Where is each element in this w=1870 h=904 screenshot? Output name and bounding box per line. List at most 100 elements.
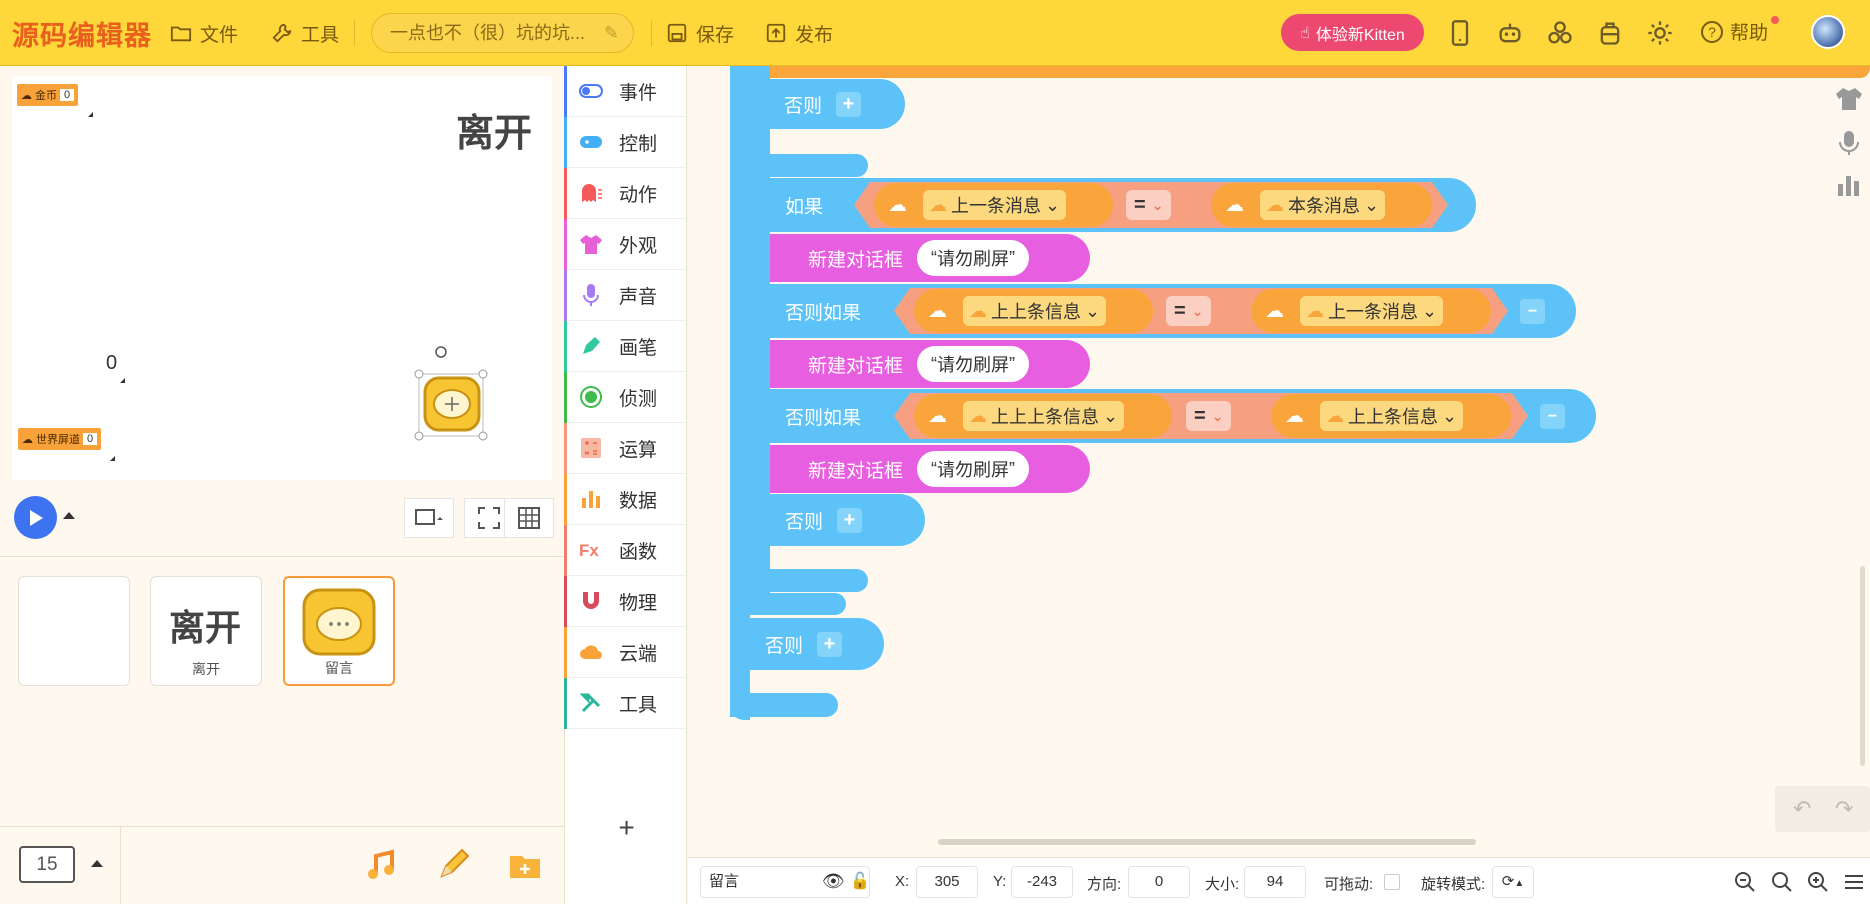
new-dialog-block[interactable]: 新建对话框 “请勿刷屏”	[770, 234, 1090, 282]
category-control[interactable]: 控制	[564, 117, 688, 168]
else-block[interactable]: 否则 +	[750, 494, 925, 546]
play-button[interactable]	[14, 496, 57, 539]
new-dialog-block[interactable]: 新建对话框 “请勿刷屏”	[770, 445, 1090, 493]
vertical-scrollbar[interactable]	[1860, 566, 1865, 766]
operator-dropdown[interactable]: = ⌄	[1126, 190, 1172, 220]
category-functions[interactable]: Fx 函数	[564, 525, 688, 576]
category-sound[interactable]: 声音	[564, 270, 688, 321]
else-block[interactable]: 否则 +	[730, 618, 884, 670]
music-icon[interactable]	[364, 848, 398, 882]
remove-branch-button[interactable]: −	[1540, 404, 1565, 429]
rotation-mode-label: 旋转模式:	[1421, 876, 1486, 893]
robot-icon[interactable]	[1496, 19, 1524, 47]
y-input[interactable]: -243	[1011, 866, 1073, 898]
variable-monitor-coins[interactable]: ☁ 金币 0	[17, 84, 79, 106]
zoom-out-icon[interactable]	[1732, 869, 1758, 895]
variable-dropdown[interactable]: ☁ 上上条信息 ⌄	[963, 296, 1107, 326]
category-cloud[interactable]: 云端	[564, 627, 688, 678]
user-avatar[interactable]	[1811, 15, 1845, 49]
new-dialog-block[interactable]: 新建对话框 “请勿刷屏”	[770, 340, 1090, 388]
play-icon	[29, 509, 43, 526]
draggable-checkbox[interactable]	[1384, 874, 1400, 890]
else-if-block[interactable]: 否则如果 ☁ ☁ 上上条信息 ⌄ = ⌄ ☁ ☁ 上一条消息 ⌄ −	[750, 284, 1576, 338]
else-if-block[interactable]: 否则如果 ☁ ☁ 上上上条信息 ⌄ = ⌄ ☁ ☁ 上上条信息 ⌄ −	[750, 389, 1596, 443]
else-block[interactable]: 否则 +	[770, 79, 905, 129]
eye-icon[interactable]: 👁	[822, 871, 845, 892]
category-motion[interactable]: 动作	[564, 168, 688, 219]
variable-monitor-spam[interactable]: ☁ 世界屏道 0	[18, 428, 102, 450]
lock-icon[interactable]: 🔓	[850, 871, 870, 891]
remove-branch-button[interactable]: −	[1520, 299, 1545, 324]
cloud-variable-block[interactable]: ☁ ☁ 上上上条信息 ⌄	[914, 394, 1172, 438]
horizontal-scrollbar[interactable]	[938, 839, 1476, 845]
zoom-reset-icon[interactable]	[1769, 869, 1795, 895]
category-label: 云端	[619, 643, 658, 665]
settings-icon[interactable]	[1646, 19, 1674, 47]
stats-icon[interactable]	[1834, 170, 1864, 200]
stage-size-button[interactable]	[404, 498, 454, 538]
x-input[interactable]: 305	[916, 866, 978, 898]
redo-icon[interactable]: ↷	[1835, 796, 1853, 822]
cloud-variable-block[interactable]: ☁ ☁ 上上条信息 ⌄	[1271, 394, 1511, 438]
cloud-variable-block[interactable]: ☁ ☁ 上一条消息 ⌄	[874, 183, 1113, 227]
variable-dropdown[interactable]: ☁ 上一条消息 ⌄	[1300, 296, 1444, 326]
mobile-phone-icon[interactable]	[1446, 19, 1474, 47]
file-menu[interactable]: 文件	[170, 18, 238, 48]
dialog-text-input[interactable]: “请勿刷屏”	[917, 451, 1030, 487]
variable-dropdown[interactable]: ☁ 上上条信息 ⌄	[1320, 401, 1464, 431]
paint-pencil-icon[interactable]	[436, 848, 470, 882]
direction-input[interactable]: 0	[1128, 866, 1190, 898]
sprite-card-message[interactable]: 留言	[283, 576, 395, 686]
category-tools[interactable]: 工具	[564, 678, 688, 729]
help-button[interactable]: ? 帮助	[1700, 18, 1768, 45]
size-input[interactable]: 94	[1244, 866, 1306, 898]
rotate-handle-icon[interactable]	[435, 346, 447, 358]
cloud-variable-block[interactable]: ☁ ☁ 本条消息 ⌄	[1211, 183, 1432, 227]
message-sprite[interactable]	[405, 344, 495, 444]
folder-add-icon[interactable]	[508, 848, 542, 882]
category-looks[interactable]: 外观	[564, 219, 688, 270]
operator-dropdown[interactable]: = ⌄	[1186, 401, 1232, 431]
sprite-card-background[interactable]	[18, 576, 130, 686]
save-button[interactable]: 保存	[666, 18, 734, 48]
category-pen[interactable]: 画笔	[564, 321, 688, 372]
category-events[interactable]: 事件	[564, 66, 688, 117]
dialog-text-input[interactable]: “请勿刷屏”	[917, 346, 1030, 382]
cloud-variable-block[interactable]: ☁ ☁ 上上条信息 ⌄	[914, 289, 1153, 333]
menu-icon[interactable]	[1841, 869, 1867, 895]
grid-button[interactable]	[504, 498, 554, 538]
tools-menu[interactable]: 工具	[271, 18, 339, 48]
variable-dropdown[interactable]: ☁ 上一条消息 ⌄	[923, 190, 1067, 220]
costume-icon[interactable]	[1834, 84, 1864, 114]
undo-icon[interactable]: ↶	[1793, 796, 1811, 822]
dialog-text-input[interactable]: “请勿刷屏”	[917, 240, 1030, 276]
sprite-card-leave[interactable]: 离开 离开	[150, 576, 262, 686]
add-extension-button[interactable]: +	[565, 804, 688, 852]
rotation-mode-dropdown[interactable]: ⟳▲	[1492, 866, 1534, 898]
caret-up-icon[interactable]	[91, 860, 103, 867]
try-kitten-button[interactable]: ☝ 体验新Kitten	[1281, 14, 1424, 51]
category-data[interactable]: 数据	[564, 474, 688, 525]
extensions-icon[interactable]	[1546, 19, 1574, 47]
zoom-in-icon[interactable]	[1805, 869, 1831, 895]
publish-button[interactable]: 发布	[765, 18, 833, 48]
backpack-icon[interactable]	[1596, 19, 1624, 47]
cloud-variable-block[interactable]: ☁ ☁ 上一条消息 ⌄	[1251, 289, 1491, 333]
category-operators[interactable]: 运算	[564, 423, 688, 474]
caret-up-icon[interactable]	[63, 512, 75, 519]
add-branch-button[interactable]: +	[837, 507, 863, 533]
sound-mic-icon[interactable]	[1834, 128, 1864, 158]
operator-dropdown[interactable]: = ⌄	[1166, 296, 1212, 326]
variable-dropdown[interactable]: ☁ 上上上条信息 ⌄	[963, 401, 1125, 431]
fps-selector[interactable]: 15	[19, 846, 75, 883]
add-branch-button[interactable]: +	[817, 631, 843, 657]
category-sensing[interactable]: 侦测	[564, 372, 688, 423]
variable-dropdown[interactable]: ☁ 本条消息 ⌄	[1260, 190, 1386, 220]
stage-canvas[interactable]: ☁ 金币 0 离开 0 ☁ 世界屏道 0	[12, 76, 552, 480]
category-physics[interactable]: 物理	[564, 576, 688, 627]
if-block[interactable]: 如果 ☁ ☁ 上一条消息 ⌄ = ⌄ ☁ ☁ 本条消息 ⌄	[750, 178, 1476, 232]
add-branch-button[interactable]: +	[836, 91, 862, 117]
category-label: 控制	[619, 133, 658, 155]
code-workspace[interactable]: 否则 + 如果 ☁ ☁ 上一条消息 ⌄ = ⌄ ☁ ☁ 本条消息 ⌄ 新建对话框 “请勿刷…	[688, 66, 1870, 846]
project-name-field[interactable]: 一点也不（很）坑的坑... ✎	[371, 13, 634, 53]
